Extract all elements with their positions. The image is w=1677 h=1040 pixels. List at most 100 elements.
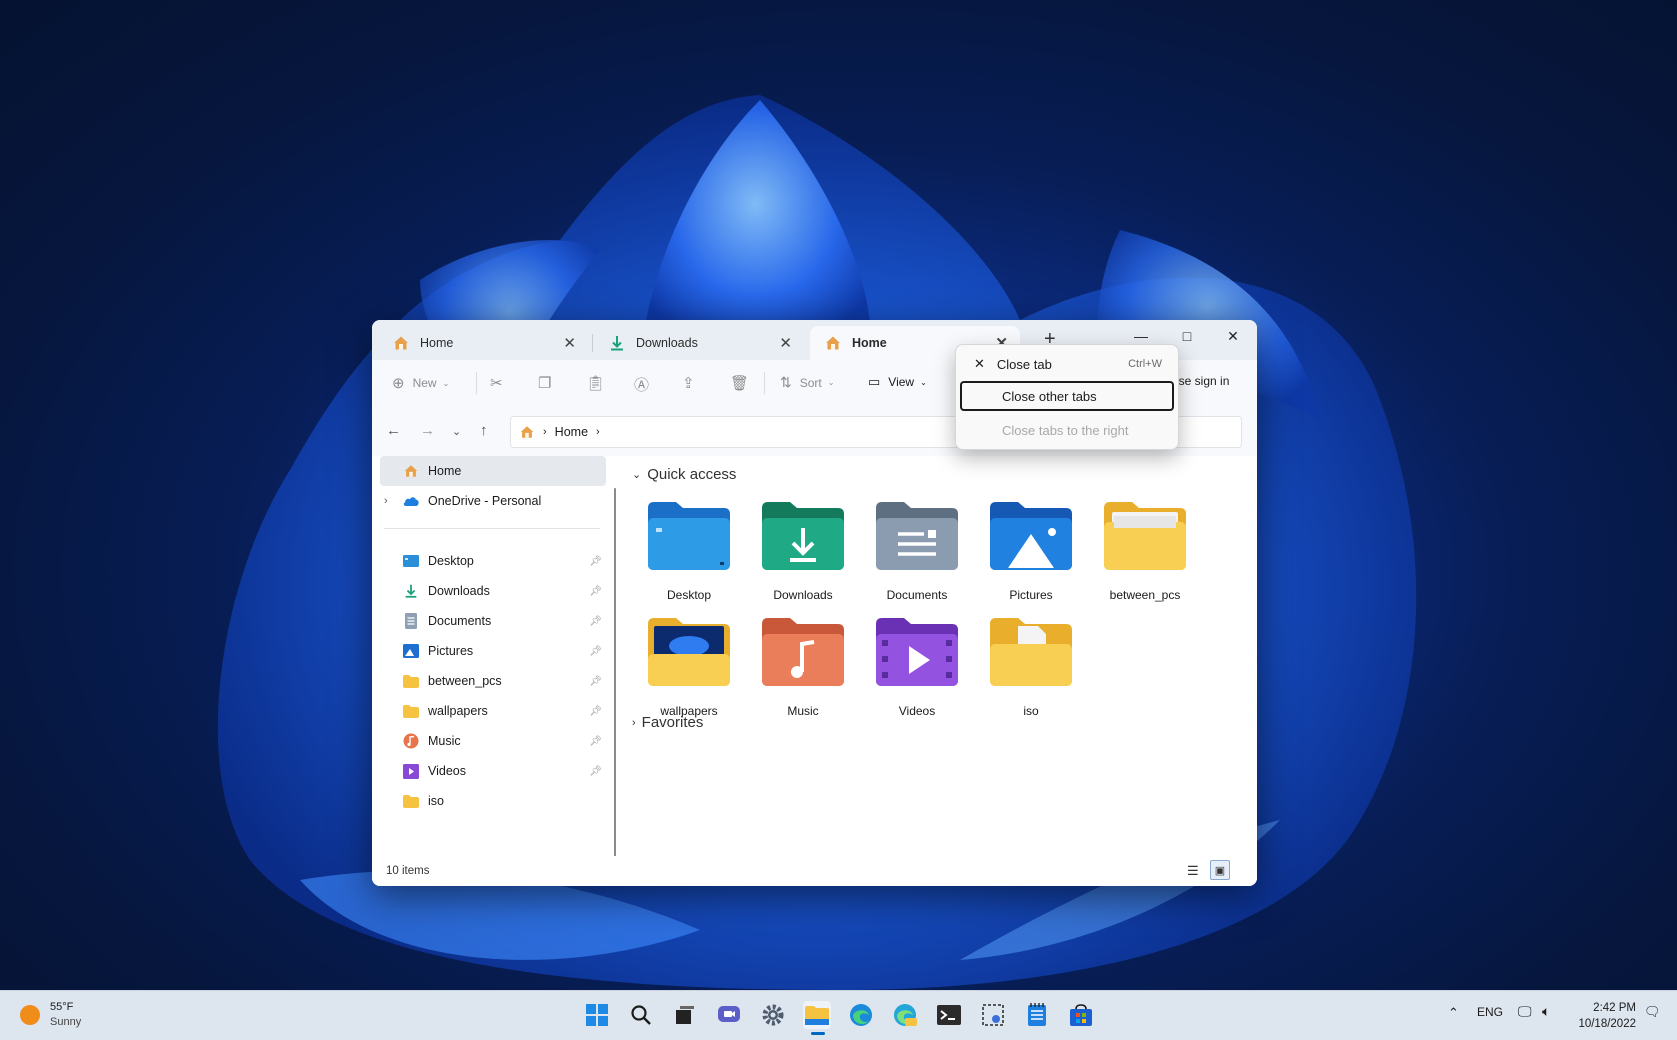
delete-icon[interactable]: 🗑︎ [730, 374, 749, 392]
sidebar-item-iso[interactable]: iso [380, 786, 606, 816]
pin-icon: 📌︎ [589, 645, 602, 657]
notification-icon[interactable]: 🗨︎ [1644, 1004, 1661, 1020]
edge-canary-icon[interactable] [891, 1001, 919, 1029]
sidebar-item-music[interactable]: Music 📌︎ [380, 726, 606, 756]
new-button[interactable]: ⊕ New ⌄ [392, 374, 449, 392]
folder-tile-downloads[interactable]: Downloads [748, 498, 858, 608]
settings-icon[interactable] [759, 1001, 787, 1029]
sidebar-item-label: Home [428, 464, 462, 478]
tab-label: Downloads [636, 336, 698, 350]
address-bar[interactable]: › Home › [510, 416, 1030, 448]
share-icon[interactable]: ⇪ [682, 374, 695, 392]
pin-icon: 📌︎ [589, 675, 602, 687]
download-icon [608, 334, 626, 352]
folder-tile-desktop[interactable]: Desktop [634, 498, 744, 608]
sidebar-item-label: wallpapers [428, 704, 488, 718]
cut-icon[interactable]: ✂ [490, 374, 503, 392]
folder-label: iso [1023, 704, 1039, 718]
toolbar-separator [476, 372, 477, 394]
desktop-folder-icon [648, 502, 730, 570]
folder-tile-documents[interactable]: Documents [862, 498, 972, 608]
tab-separator [592, 334, 593, 352]
view-button[interactable]: ▭ View ⌄ [868, 374, 927, 390]
expand-chevron-icon[interactable]: › [384, 495, 402, 507]
terminal-icon[interactable] [935, 1001, 963, 1029]
search-icon[interactable] [627, 1001, 655, 1029]
sidebar-divider [384, 528, 600, 529]
running-indicator [811, 1032, 825, 1035]
favorites-header[interactable]: › Favorites [632, 714, 703, 731]
rename-icon[interactable]: Ⓐ [634, 374, 649, 395]
tab-downloads[interactable]: Downloads ✕ [594, 326, 804, 360]
close-icon: ✕ [974, 356, 985, 371]
sidebar-item-label: Videos [428, 764, 466, 778]
tiles-view-icon[interactable]: ▣ [1210, 860, 1230, 880]
folder-tile-videos[interactable]: Videos [862, 614, 972, 724]
pictures-icon [402, 642, 420, 660]
store-icon[interactable] [1067, 1001, 1095, 1029]
breadcrumb-home[interactable]: Home [555, 425, 588, 439]
copy-icon[interactable]: ❐ [538, 374, 551, 392]
folder-tile-between-pcs[interactable]: between_pcs [1090, 498, 1200, 608]
language-indicator[interactable]: ENG [1477, 1005, 1503, 1019]
folder-icon [1104, 502, 1186, 570]
chevron-down-icon: ⌄ [920, 377, 927, 387]
chat-icon[interactable] [715, 1001, 743, 1029]
sidebar-item-label: Music [428, 734, 461, 748]
desktop-folder-icon [402, 552, 420, 570]
sidebar-item-onedrive[interactable]: › OneDrive - Personal [380, 486, 606, 516]
sidebar-item-documents[interactable]: Documents 📌︎ [380, 606, 606, 636]
close-window-button[interactable]: ✕ [1210, 320, 1256, 352]
quick-access-header[interactable]: ⌄ Quick access [632, 466, 736, 483]
back-arrow-icon[interactable]: ← [386, 422, 401, 439]
recent-locations-chevron-icon[interactable]: ⌄ [452, 425, 461, 438]
sidebar-item-between-pcs[interactable]: between_pcs 📌︎ [380, 666, 606, 696]
menu-item-close-other-tabs[interactable]: Close other tabs [960, 381, 1174, 411]
menu-item-close-tab[interactable]: ✕ Close tab Ctrl+W [960, 349, 1174, 379]
task-view-icon[interactable] [671, 1001, 699, 1029]
weather-widget[interactable]: 55°F Sunny [20, 1000, 81, 1030]
folder-tile-pictures[interactable]: Pictures [976, 498, 1086, 608]
up-arrow-icon[interactable]: ↑ [480, 422, 488, 439]
pin-icon: 📌︎ [589, 585, 602, 597]
quick-access-label: Quick access [647, 466, 737, 483]
file-explorer-icon[interactable] [803, 1001, 831, 1035]
edge-icon[interactable] [847, 1001, 875, 1029]
start-icon[interactable] [583, 1001, 611, 1029]
sidebar-item-home[interactable]: Home [380, 456, 606, 486]
sort-button[interactable]: ⇅ Sort ⌄ [780, 374, 834, 391]
show-hidden-icons-chevron-icon[interactable]: ⌃ [1448, 1005, 1459, 1021]
folder-tile-iso[interactable]: iso [976, 614, 1086, 724]
sidebar-item-label: Downloads [428, 584, 490, 598]
sidebar-item-desktop[interactable]: Desktop 📌︎ [380, 546, 606, 576]
details-view-icon[interactable]: ☰ [1187, 863, 1199, 879]
sidebar-item-label: between_pcs [428, 674, 502, 688]
volume-icon[interactable]: 🔈︎ [1542, 1003, 1550, 1020]
navigation-pane: Home › OneDrive - Personal Desktop 📌︎ Do… [372, 456, 608, 856]
folder-label: Desktop [666, 588, 712, 602]
pin-icon: 📌︎ [589, 735, 602, 747]
paste-icon[interactable]: 📋︎ [586, 374, 605, 392]
notepad-icon[interactable] [1023, 1001, 1051, 1029]
download-icon [402, 582, 420, 600]
close-tab-icon[interactable]: ✕ [563, 334, 576, 352]
folder-tile-wallpapers[interactable]: wallpapers [634, 614, 744, 724]
network-icon[interactable]: 🖵︎ [1518, 1003, 1532, 1020]
forward-arrow-icon[interactable]: → [420, 422, 435, 439]
sidebar-item-label: iso [428, 794, 444, 808]
navigation-scrollbar[interactable] [614, 488, 616, 868]
home-icon [824, 334, 842, 352]
sidebar-item-downloads[interactable]: Downloads 📌︎ [380, 576, 606, 606]
sign-in-prompt[interactable]: ase sign in [1172, 374, 1229, 388]
sidebar-item-videos[interactable]: Videos 📌︎ [380, 756, 606, 786]
sidebar-item-pictures[interactable]: Pictures 📌︎ [380, 636, 606, 666]
menu-item-close-tabs-right[interactable]: Close tabs to the right [960, 415, 1174, 445]
clock[interactable]: 2:42 PM 10/18/2022 [1574, 1000, 1636, 1032]
item-count: 10 items [386, 865, 430, 877]
snipping-tool-icon[interactable] [979, 1001, 1007, 1029]
tab-home[interactable]: Home ✕ [378, 326, 588, 360]
close-tab-icon[interactable]: ✕ [779, 334, 792, 352]
sidebar-item-wallpapers[interactable]: wallpapers 📌︎ [380, 696, 606, 726]
folder-tile-music[interactable]: Music [748, 614, 858, 724]
chevron-down-icon: ⌄ [827, 378, 835, 387]
